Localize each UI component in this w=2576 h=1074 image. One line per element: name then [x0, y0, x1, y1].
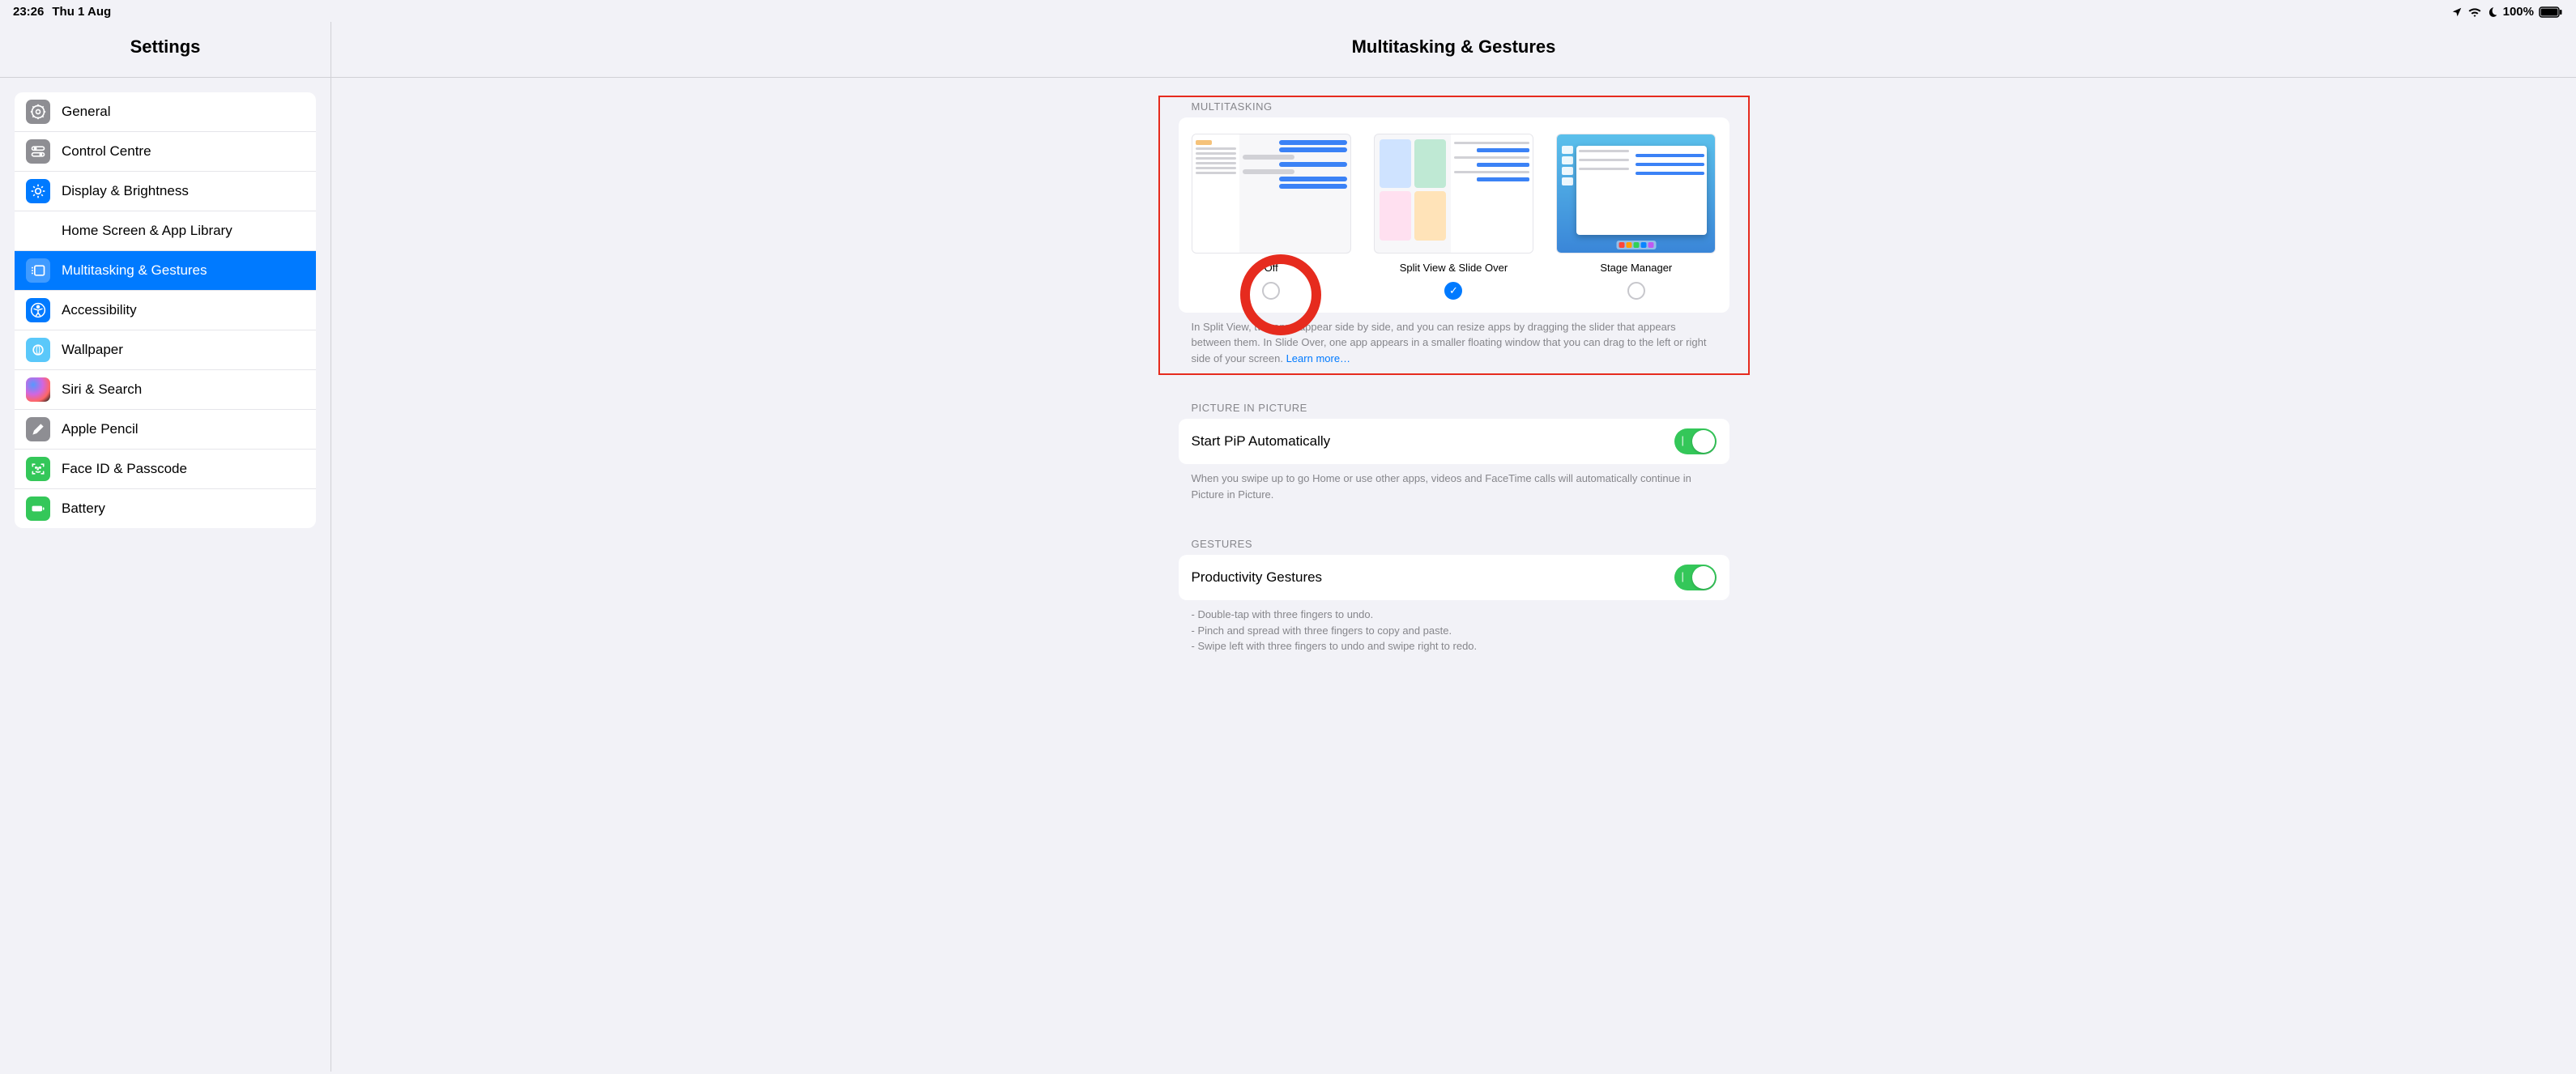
brightness-icon — [26, 179, 50, 203]
location-icon — [2451, 6, 2463, 18]
sidebar-item-label: Siri & Search — [62, 381, 142, 398]
gestures-label: Productivity Gestures — [1192, 569, 1323, 586]
sidebar-item-control-centre[interactable]: Control Centre — [15, 132, 316, 172]
option-label: Off — [1265, 262, 1278, 274]
option-label: Split View & Slide Over — [1400, 262, 1508, 274]
wallpaper-icon — [26, 338, 50, 362]
multitasking-header: MULTITASKING — [1179, 94, 1729, 117]
app-grid-icon — [26, 219, 50, 243]
control-centre-icon — [26, 139, 50, 164]
sidebar-item-general[interactable]: General — [15, 92, 316, 132]
status-date: Thu 1 Aug — [52, 5, 111, 19]
multitasking-icon — [26, 258, 50, 283]
face-id-icon — [26, 457, 50, 481]
sidebar-item-label: Display & Brightness — [62, 183, 189, 199]
sidebar-item-label: Control Centre — [62, 143, 151, 160]
option-label: Stage Manager — [1600, 262, 1672, 274]
battery-icon — [26, 497, 50, 521]
pencil-icon — [26, 417, 50, 441]
status-time: 23:26 — [13, 5, 44, 19]
sidebar-item-home-screen[interactable]: Home Screen & App Library — [15, 211, 316, 251]
sidebar-item-label: Battery — [62, 501, 105, 517]
radio-off[interactable] — [1262, 282, 1280, 300]
multitasking-footer: In Split View, two apps appear side by s… — [1179, 313, 1729, 373]
sidebar-item-wallpaper[interactable]: Wallpaper — [15, 330, 316, 370]
sidebar-item-label: Home Screen & App Library — [62, 223, 232, 239]
page-title: Multitasking & Gestures — [331, 22, 2576, 78]
radio-split-slide[interactable]: ✓ — [1444, 282, 1462, 300]
sidebar-item-display-brightness[interactable]: Display & Brightness — [15, 172, 316, 211]
sidebar-item-battery[interactable]: Battery — [15, 489, 316, 528]
pip-header: PICTURE IN PICTURE — [1179, 395, 1729, 419]
wifi-icon — [2467, 6, 2482, 18]
preview-stage-manager — [1556, 134, 1716, 254]
main-pane: Multitasking & Gestures MULTITASKING — [331, 22, 2576, 1072]
gestures-toggle[interactable] — [1674, 565, 1717, 590]
sidebar-item-face-id[interactable]: Face ID & Passcode — [15, 450, 316, 489]
battery-pct: 100% — [2503, 5, 2534, 19]
sidebar-item-multitasking[interactable]: Multitasking & Gestures — [15, 251, 316, 291]
gear-icon — [26, 100, 50, 124]
settings-sidebar: Settings General Control Centre — [0, 22, 331, 1072]
sidebar-item-label: General — [62, 104, 110, 120]
accessibility-icon — [26, 298, 50, 322]
learn-more-link[interactable]: Learn more… — [1286, 352, 1350, 364]
pip-footer: When you swipe up to go Home or use othe… — [1179, 464, 1729, 509]
gestures-header: GESTURES — [1179, 531, 1729, 555]
sidebar-item-apple-pencil[interactable]: Apple Pencil — [15, 410, 316, 450]
status-bar: 23:26 Thu 1 Aug 100% — [0, 0, 2576, 22]
multitasking-option-off[interactable]: Off — [1192, 134, 1351, 300]
preview-split-slide — [1374, 134, 1533, 254]
gestures-footer: - Double-tap with three fingers to undo.… — [1179, 600, 1729, 661]
sidebar-title: Settings — [0, 22, 331, 78]
battery-icon — [2539, 6, 2563, 18]
sidebar-item-label: Apple Pencil — [62, 421, 139, 437]
sidebar-item-accessibility[interactable]: Accessibility — [15, 291, 316, 330]
radio-stage-manager[interactable] — [1627, 282, 1645, 300]
pip-row: Start PiP Automatically — [1179, 419, 1729, 464]
dnd-moon-icon — [2487, 6, 2498, 18]
sidebar-item-label: Accessibility — [62, 302, 137, 318]
pip-label: Start PiP Automatically — [1192, 433, 1331, 450]
siri-icon — [26, 377, 50, 402]
sidebar-item-label: Wallpaper — [62, 342, 123, 358]
gestures-row: Productivity Gestures — [1179, 555, 1729, 600]
sidebar-item-siri[interactable]: Siri & Search — [15, 370, 316, 410]
sidebar-item-label: Multitasking & Gestures — [62, 262, 207, 279]
pip-toggle[interactable] — [1674, 428, 1717, 454]
multitasking-option-split-slide[interactable]: Split View & Slide Over ✓ — [1374, 134, 1533, 300]
preview-off — [1192, 134, 1351, 254]
multitasking-option-stage-manager[interactable]: Stage Manager — [1556, 134, 1716, 300]
sidebar-item-label: Face ID & Passcode — [62, 461, 187, 477]
